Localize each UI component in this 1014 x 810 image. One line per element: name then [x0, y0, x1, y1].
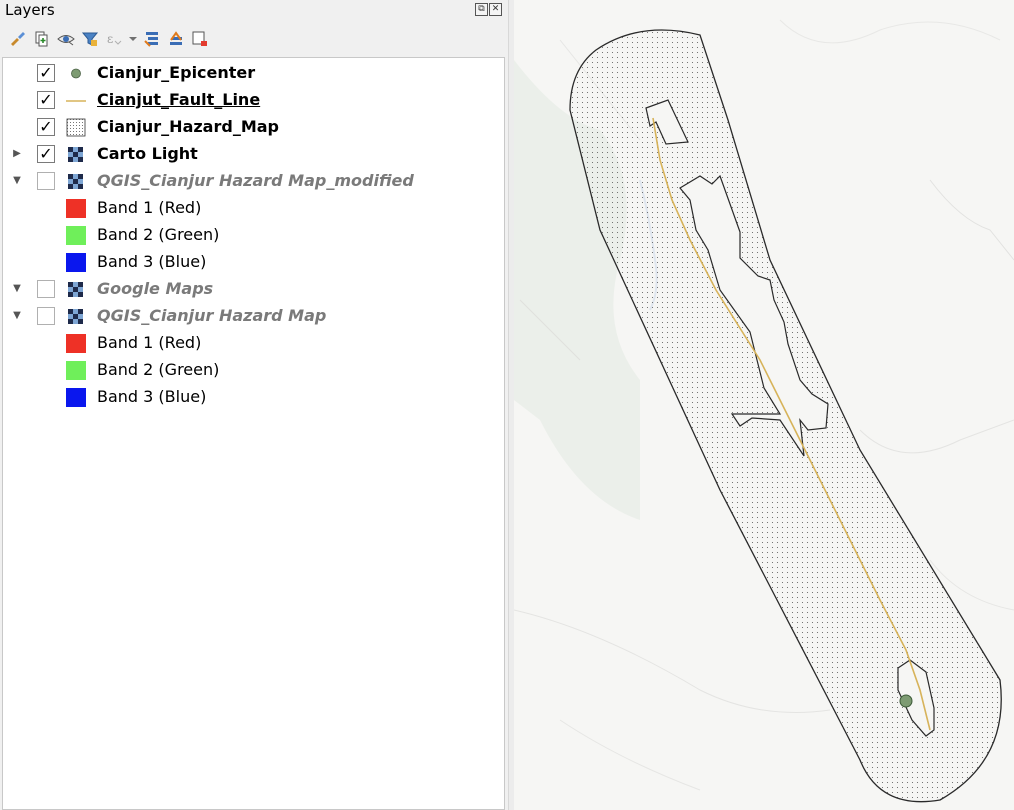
collapse-arrow-icon[interactable]: ▼ — [11, 175, 23, 187]
expand-arrow-icon[interactable]: ▶ — [11, 148, 23, 160]
legend-item-band-1: Band 1 (Red) — [3, 330, 503, 357]
map-svg — [514, 19, 1014, 803]
polygon-symbol-icon — [66, 118, 86, 137]
raster-layer-icon — [66, 280, 86, 299]
filter-legend-icon[interactable] — [80, 29, 100, 49]
legend-label: Band 1 (Red) — [97, 198, 202, 217]
close-panel-button[interactable]: ✕ — [489, 3, 502, 16]
legend-label: Band 3 (Blue) — [97, 252, 207, 271]
collapse-all-icon[interactable] — [166, 29, 186, 49]
point-symbol-icon — [66, 64, 86, 83]
dock-buttons: ⧉ ✕ — [475, 3, 502, 16]
layer-row-hazard-map-modified[interactable]: ▼ QGIS_Cianjur Hazard Map_modified — [3, 168, 503, 195]
svg-text:ε: ε — [107, 32, 113, 46]
layer-checkbox[interactable]: ✓ — [37, 91, 55, 109]
filter-expression-icon[interactable]: ε — [104, 29, 124, 49]
layer-label: Carto Light — [97, 144, 198, 163]
layer-label: Cianjut_Fault_Line — [97, 90, 261, 109]
chevron-down-icon[interactable] — [128, 29, 138, 49]
legend-item-band-3: Band 3 (Blue) — [3, 249, 503, 276]
layer-checkbox[interactable]: ✓ — [37, 64, 55, 82]
legend-item-band-1: Band 1 (Red) — [3, 195, 503, 222]
collapse-arrow-icon[interactable]: ▼ — [11, 283, 23, 295]
legend-swatch-green — [66, 361, 86, 380]
layer-row-epicenter[interactable]: ✓ Cianjur_Epicenter — [3, 60, 503, 87]
layers-panel-header: Layers ⧉ ✕ — [0, 0, 508, 24]
layer-checkbox[interactable] — [37, 280, 55, 298]
epicenter-point[interactable] — [899, 694, 913, 708]
layer-row-hazard-map-raster[interactable]: ▼ QGIS_Cianjur Hazard Map — [3, 303, 503, 330]
legend-label: Band 2 (Green) — [97, 225, 220, 244]
layer-label: Cianjur_Hazard_Map — [97, 117, 279, 136]
legend-swatch-green — [66, 226, 86, 245]
layer-checkbox[interactable] — [37, 172, 55, 190]
legend-swatch-red — [66, 334, 86, 353]
layers-panel: Layers ⧉ ✕ ε ✓ Cianjur_Epicenter ✓ Cianj… — [0, 0, 508, 810]
visibility-icon[interactable] — [56, 29, 76, 49]
collapse-arrow-icon[interactable]: ▼ — [11, 310, 23, 322]
layers-toolbar: ε — [8, 27, 210, 51]
style-manager-icon[interactable] — [8, 29, 28, 49]
layer-label: QGIS_Cianjur Hazard Map_modified — [97, 171, 414, 190]
legend-swatch-red — [66, 199, 86, 218]
float-panel-button[interactable]: ⧉ — [475, 3, 488, 16]
layer-label: Google Maps — [97, 279, 214, 298]
raster-layer-icon — [66, 145, 86, 164]
layer-row-hazard-map[interactable]: ✓ Cianjur_Hazard_Map — [3, 114, 503, 141]
layer-checkbox[interactable] — [37, 307, 55, 325]
layer-checkbox[interactable]: ✓ — [37, 118, 55, 136]
layer-row-fault-line[interactable]: ✓ Cianjut_Fault_Line — [3, 87, 503, 114]
layer-row-carto-light[interactable]: ▶ ✓ Carto Light — [3, 141, 503, 168]
raster-layer-icon — [66, 172, 86, 191]
legend-label: Band 2 (Green) — [97, 360, 220, 379]
legend-swatch-blue — [66, 253, 86, 272]
layer-label: Cianjur_Epicenter — [97, 63, 256, 82]
legend-swatch-blue — [66, 388, 86, 407]
legend-item-band-2: Band 2 (Green) — [3, 222, 503, 249]
layer-checkbox[interactable]: ✓ — [37, 145, 55, 163]
raster-layer-icon — [66, 307, 86, 326]
legend-label: Band 3 (Blue) — [97, 387, 207, 406]
panel-title: Layers — [5, 1, 55, 19]
legend-item-band-3: Band 3 (Blue) — [3, 384, 503, 411]
legend-label: Band 1 (Red) — [97, 333, 202, 352]
expand-all-icon[interactable] — [142, 29, 162, 49]
line-symbol-icon — [66, 91, 86, 110]
layer-tree: ✓ Cianjur_Epicenter ✓ Cianjut_Fault_Line… — [2, 57, 505, 810]
legend-item-band-2: Band 2 (Green) — [3, 357, 503, 384]
remove-layer-icon[interactable] — [190, 29, 210, 49]
layer-label: QGIS_Cianjur Hazard Map — [97, 306, 327, 325]
layer-row-google-maps[interactable]: ▼ Google Maps — [3, 276, 503, 303]
map-canvas[interactable] — [514, 0, 1014, 810]
add-group-icon[interactable] — [32, 29, 52, 49]
